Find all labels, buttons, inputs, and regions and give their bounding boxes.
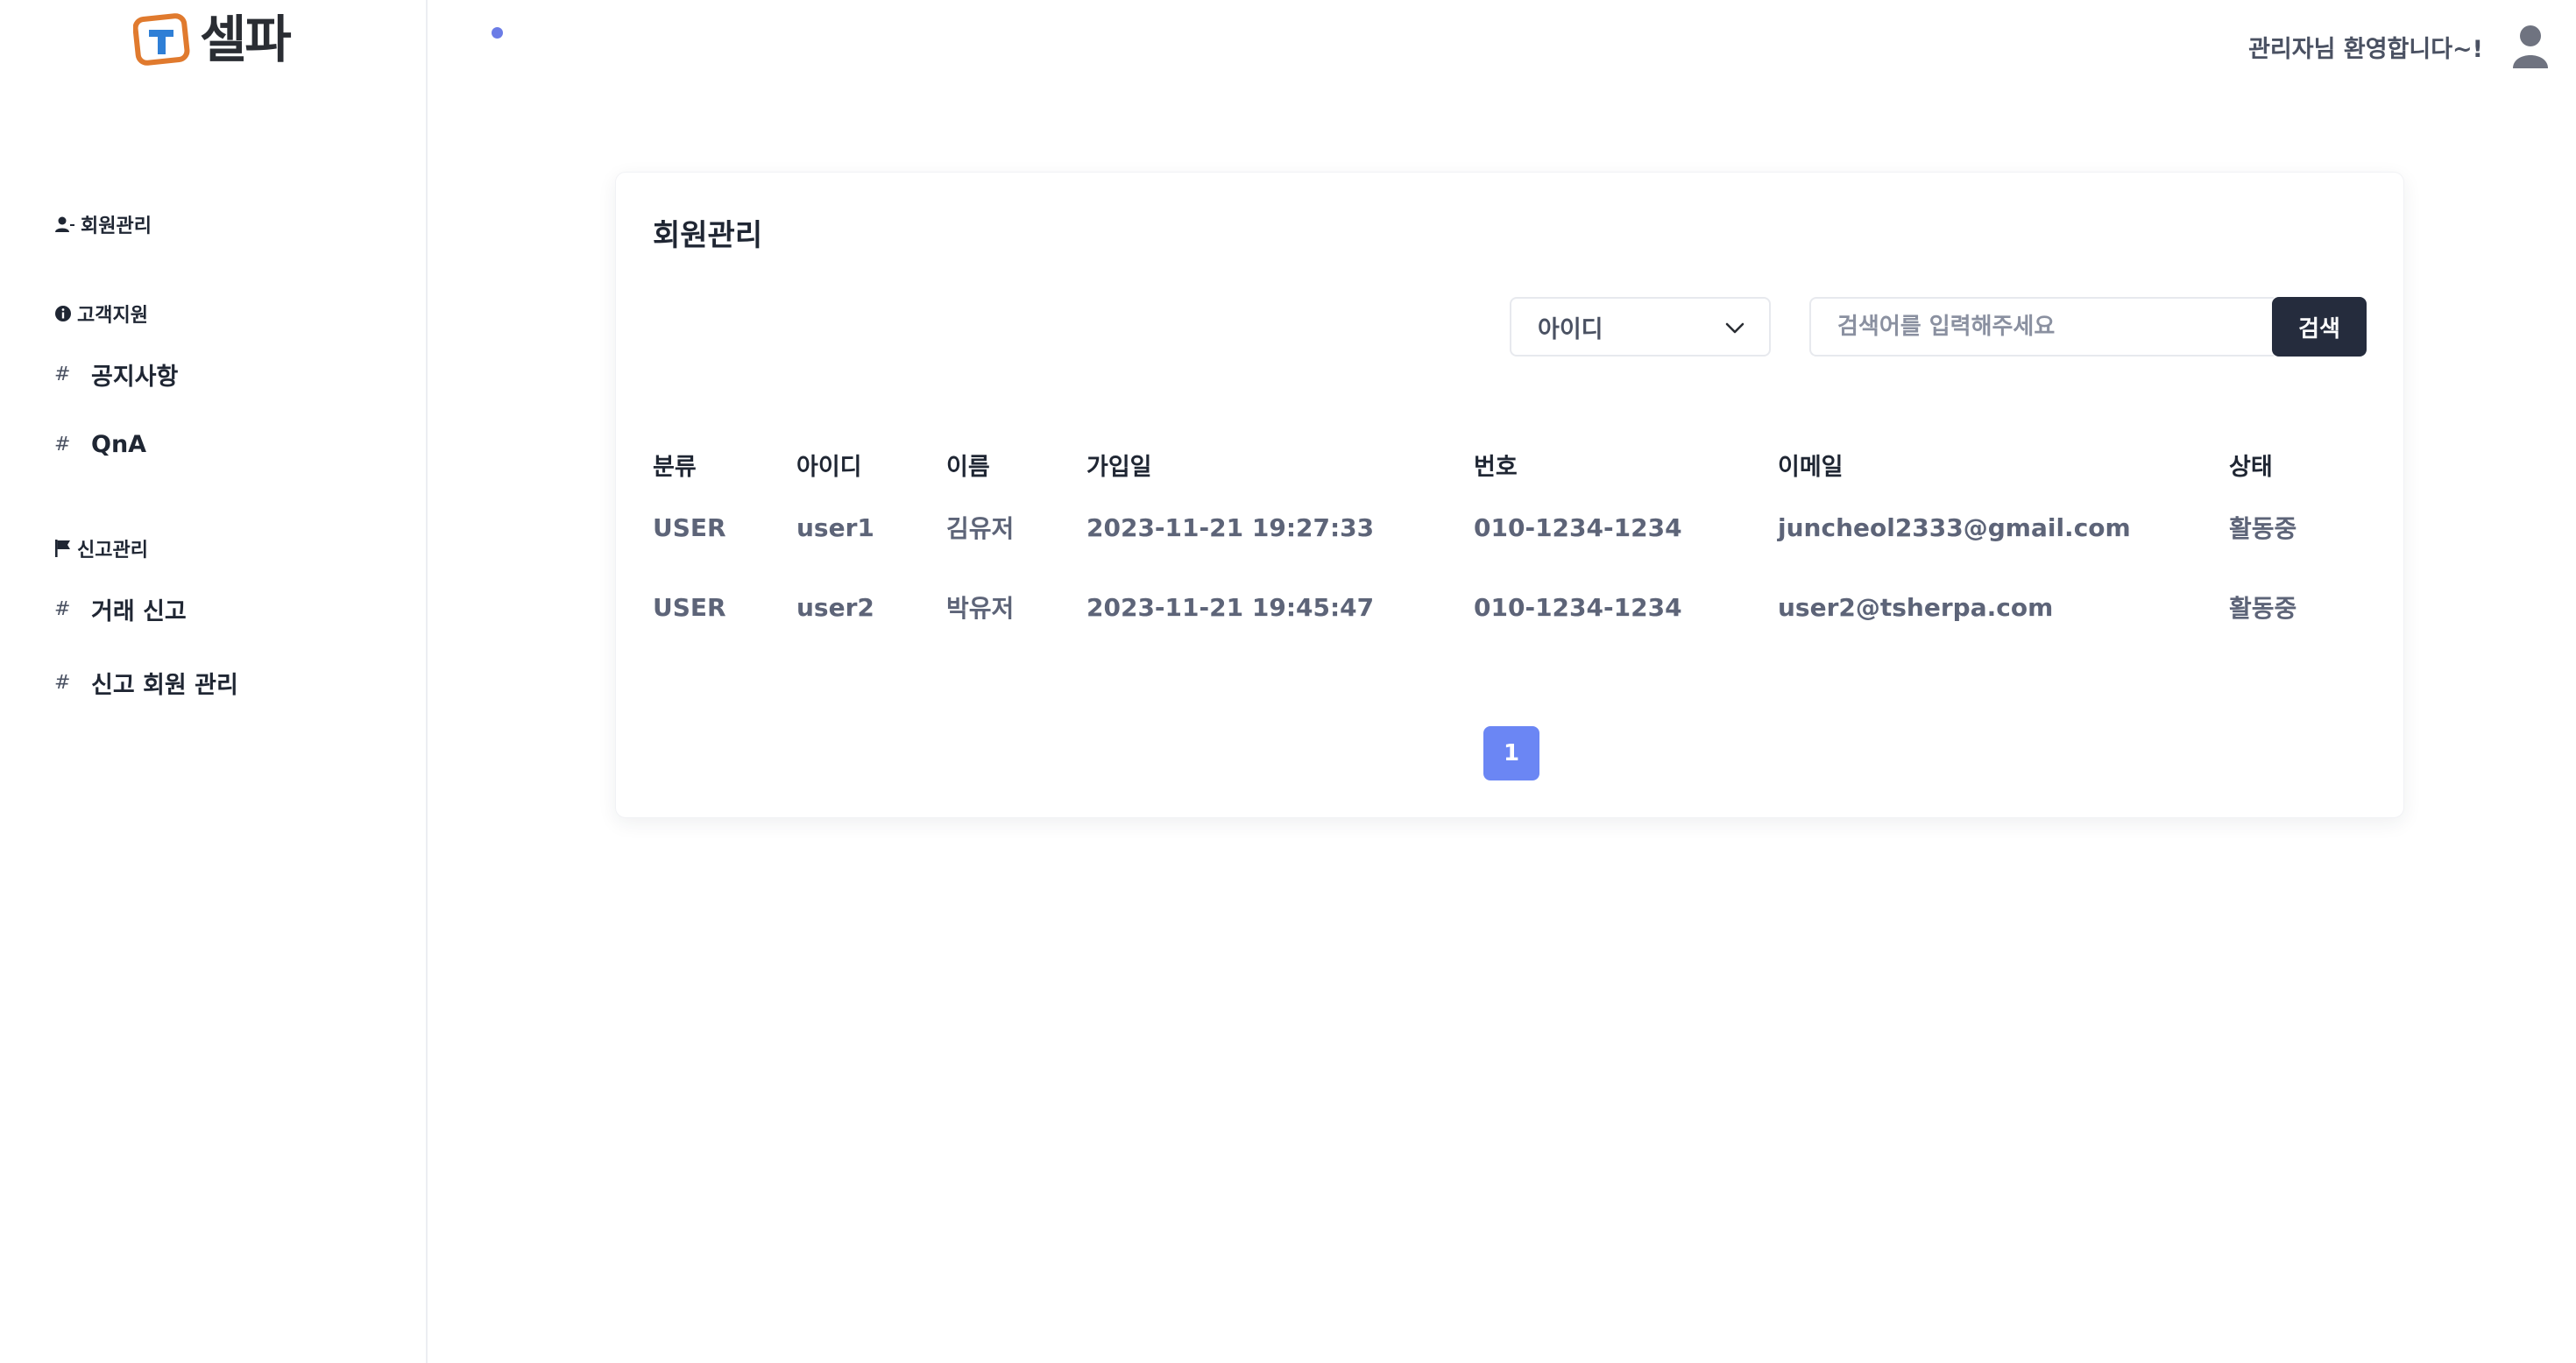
sidebar-item-trade-report[interactable]: # 거래 신고 [54, 592, 187, 626]
cell-name: 김유저 [946, 514, 1015, 543]
sidebar-section-label: 고객지원 [77, 305, 148, 327]
cell-phone: 010-1234-1234 [1474, 592, 1682, 622]
cell-phone: 010-1234-1234 [1474, 512, 1682, 542]
cell-status: 활동중 [2229, 594, 2297, 623]
person-icon [54, 215, 75, 233]
chevron-down-icon [1725, 314, 1744, 341]
pagination-page-button[interactable]: 1 [1483, 726, 1539, 780]
column-header: 번호 [1474, 453, 1518, 481]
search-button[interactable]: 검색 [2272, 297, 2367, 357]
search-filter-select[interactable]: 아이디 [1510, 297, 1771, 357]
cell-type: USER [653, 592, 726, 622]
hash-icon: # [54, 434, 71, 456]
select-value: 아이디 [1538, 315, 1603, 343]
sidebar-section-support: 고객지원 [54, 300, 148, 328]
member-management-card: 회원관리 아이디 검색 분류 아이디 이름 가입일 번호 [615, 172, 2404, 818]
status-dot [492, 27, 503, 39]
table-header-row: 분류 아이디 이름 가입일 번호 이메일 상태 [653, 439, 2317, 490]
column-header: 분류 [653, 453, 697, 481]
sidebar-item-label: QnA [91, 431, 147, 458]
sidebar-section-label: 신고관리 [77, 540, 148, 561]
cell-id: user1 [796, 512, 874, 542]
cell-type: USER [653, 512, 726, 542]
cell-joined: 2023-11-21 19:27:33 [1086, 512, 1375, 542]
sidebar-section-label: 회원관리 [81, 215, 152, 237]
sidebar-item-label: 신고 회원 관리 [91, 672, 238, 699]
column-header: 이메일 [1778, 453, 1844, 481]
user-avatar-icon[interactable] [2511, 25, 2550, 68]
info-icon [54, 305, 72, 322]
welcome-text: 관리자님 환영합니다~! [2248, 36, 2483, 63]
sidebar-item-qna[interactable]: # QnA [54, 431, 146, 458]
cell-status: 활동중 [2229, 514, 2297, 543]
sidebar: 셀파 회원관리 고객지원 # 공지사항 # QnA 신고관리 # 거래 신고 #… [0, 0, 428, 1363]
cell-email: user2@tsherpa.com [1778, 592, 2054, 622]
column-header: 아이디 [796, 453, 862, 481]
member-table: 분류 아이디 이름 가입일 번호 이메일 상태 USER user1 김유저 2… [653, 439, 2317, 649]
sidebar-item-notice[interactable]: # 공지사항 [54, 357, 178, 392]
hash-icon: # [54, 364, 71, 385]
cell-name: 박유저 [946, 594, 1015, 623]
hash-icon: # [54, 598, 71, 620]
sidebar-item-label: 거래 신고 [91, 598, 187, 625]
column-header: 이름 [946, 453, 990, 481]
table-row[interactable]: USER user2 박유저 2023-11-21 19:45:47 010-1… [653, 565, 2317, 649]
cell-joined: 2023-11-21 19:45:47 [1086, 592, 1375, 622]
cell-email: juncheol2333@gmail.com [1778, 512, 2131, 542]
sidebar-section-report: 신고관리 [54, 534, 148, 562]
cell-id: user2 [796, 592, 874, 622]
flag-icon [54, 539, 72, 558]
logo-icon [132, 12, 193, 67]
logo[interactable]: 셀파 [132, 10, 292, 69]
column-header: 가입일 [1086, 453, 1152, 481]
sidebar-item-reported-members[interactable]: # 신고 회원 관리 [54, 666, 238, 700]
page-title: 회원관리 [653, 218, 763, 253]
table-row[interactable]: USER user1 김유저 2023-11-21 19:27:33 010-1… [653, 490, 2317, 565]
column-header: 상태 [2229, 453, 2273, 481]
sidebar-section-members[interactable]: 회원관리 [54, 210, 152, 238]
search-input[interactable] [1809, 297, 2274, 357]
sidebar-item-label: 공지사항 [91, 364, 179, 391]
hash-icon: # [54, 672, 71, 694]
logo-text: 셀파 [200, 10, 292, 69]
